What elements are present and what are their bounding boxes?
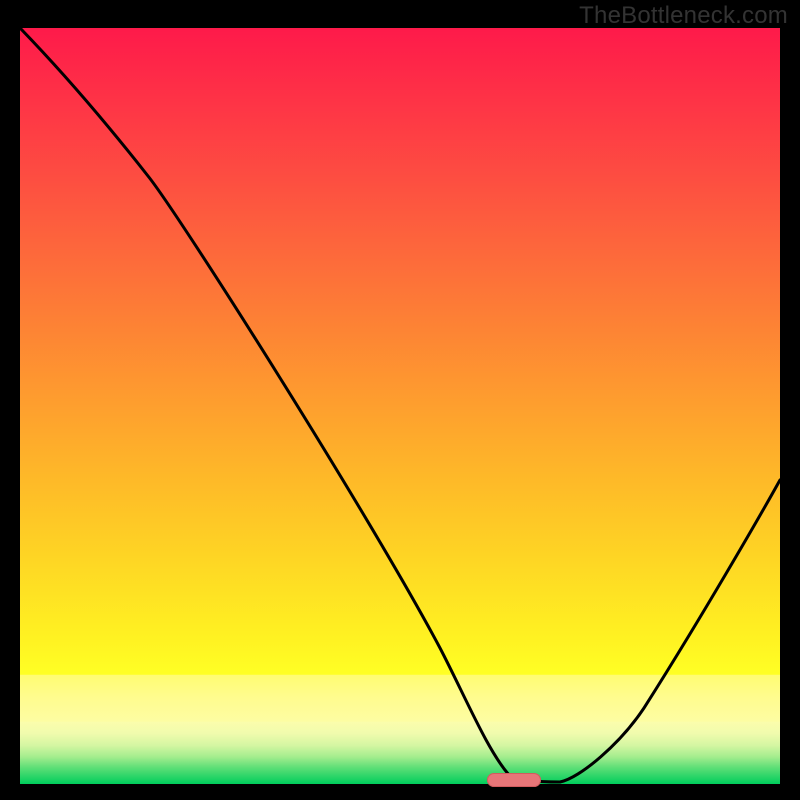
chart-plot-area [20, 28, 780, 784]
optimal-point-marker [487, 773, 541, 787]
bottleneck-curve [20, 28, 780, 784]
watermark: TheBottleneck.com [579, 2, 788, 30]
